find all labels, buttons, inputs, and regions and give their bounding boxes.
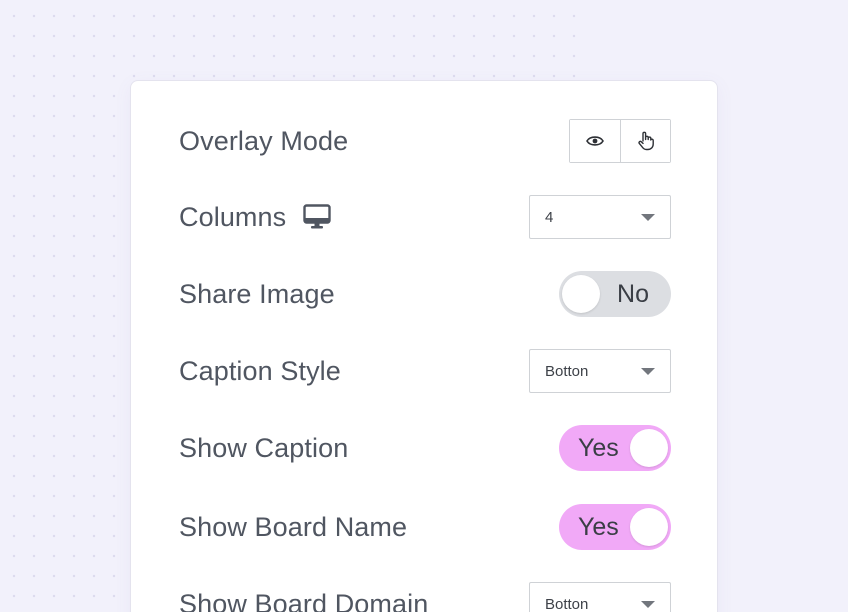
columns-label-group: Columns <box>179 202 331 233</box>
row-show-board-name: Show Board Name Yes <box>179 504 671 550</box>
caption-style-label: Caption Style <box>179 355 341 386</box>
show-board-domain-select[interactable]: Botton <box>529 582 671 612</box>
show-board-domain-label: Show Board Domain <box>179 588 429 612</box>
row-overlay-mode: Overlay Mode <box>179 119 671 163</box>
chevron-down-icon <box>641 600 655 608</box>
overlay-mode-click-button[interactable] <box>620 120 670 162</box>
show-caption-label: Show Caption <box>179 432 349 463</box>
overlay-mode-hover-button[interactable] <box>570 120 620 162</box>
row-columns: Columns 4 <box>179 195 671 239</box>
share-image-label: Share Image <box>179 278 335 309</box>
share-image-toggle[interactable]: No <box>559 271 671 317</box>
eye-icon <box>586 136 604 146</box>
row-show-board-domain: Show Board Domain Botton <box>179 582 671 612</box>
chevron-down-icon <box>641 367 655 375</box>
share-image-toggle-text: No <box>617 279 649 308</box>
settings-panel: Overlay Mode Columns 4 Share Image No Ca… <box>130 80 718 612</box>
toggle-knob <box>630 429 668 467</box>
columns-label: Columns <box>179 201 287 232</box>
row-caption-style: Caption Style Botton <box>179 349 671 393</box>
chevron-down-icon <box>641 213 655 221</box>
show-board-domain-select-value: Botton <box>545 595 589 612</box>
show-board-name-toggle-text: Yes <box>578 512 619 541</box>
overlay-mode-button-group <box>569 119 671 163</box>
overlay-mode-label: Overlay Mode <box>179 125 349 156</box>
show-caption-toggle[interactable]: Yes <box>559 425 671 471</box>
desktop-monitor-icon <box>303 204 331 230</box>
show-board-name-toggle[interactable]: Yes <box>559 504 671 550</box>
pointer-hand-icon <box>637 131 654 151</box>
row-share-image: Share Image No <box>179 271 671 317</box>
toggle-knob <box>630 508 668 546</box>
caption-style-select[interactable]: Botton <box>529 349 671 393</box>
columns-select-value: 4 <box>545 208 554 226</box>
show-board-name-label: Show Board Name <box>179 511 408 542</box>
toggle-knob <box>562 275 600 313</box>
show-caption-toggle-text: Yes <box>578 433 619 462</box>
caption-style-select-value: Botton <box>545 362 589 380</box>
row-show-caption: Show Caption Yes <box>179 425 671 471</box>
columns-select[interactable]: 4 <box>529 195 671 239</box>
